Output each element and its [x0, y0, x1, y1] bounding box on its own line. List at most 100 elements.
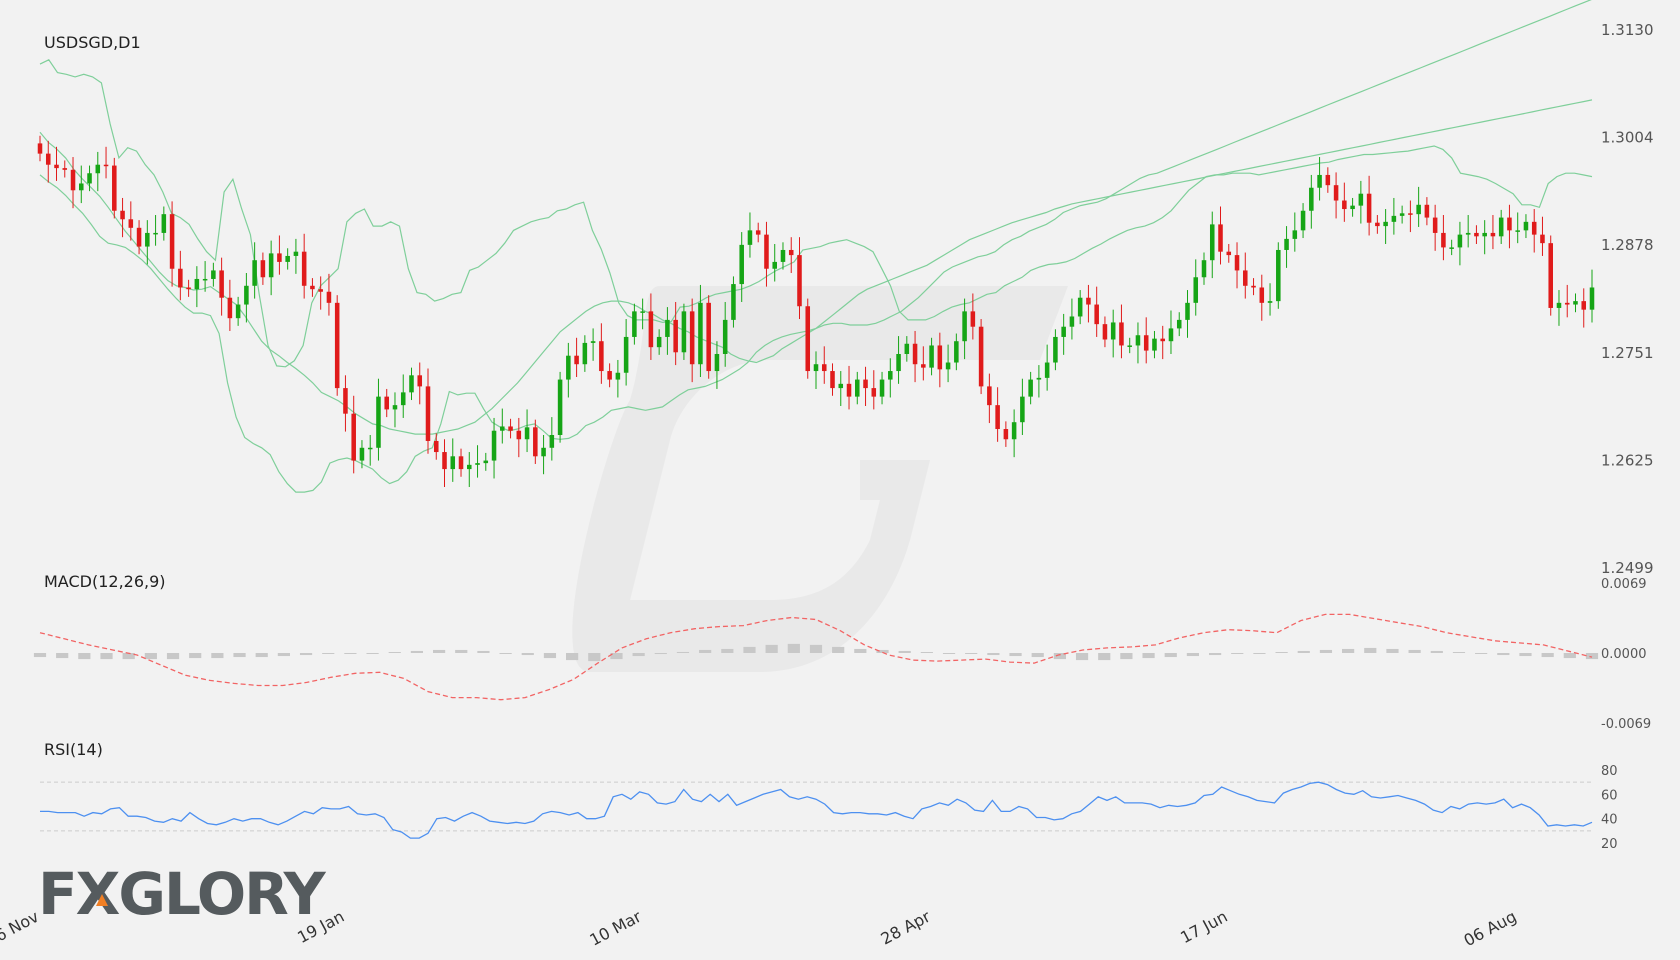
- candle-bear: [508, 426, 513, 431]
- candle-bull: [1391, 215, 1397, 222]
- candle-bull: [1061, 326, 1066, 337]
- candle-bear: [136, 227, 142, 247]
- candle-bull: [838, 383, 844, 389]
- candle-bear: [755, 230, 761, 235]
- candle-bull: [1317, 174, 1322, 188]
- candle-bear: [310, 285, 315, 290]
- candle-bear: [103, 164, 109, 167]
- candle-bear: [384, 396, 389, 410]
- candle-bear: [1342, 200, 1347, 210]
- candle-bull: [813, 364, 819, 372]
- candle-bull: [1589, 287, 1595, 310]
- candle-bull: [500, 426, 505, 431]
- price-tick-label: 1.3130: [1601, 21, 1654, 39]
- price-tick-label: 1.2878: [1601, 236, 1654, 254]
- macd-histogram-bar: [854, 648, 867, 653]
- candle-bear: [227, 297, 233, 319]
- candle-bull: [87, 173, 92, 184]
- macd-histogram-bar: [1563, 653, 1576, 659]
- candle-bear: [673, 319, 678, 353]
- candle-bull: [1556, 302, 1562, 308]
- candle-bear: [1366, 193, 1372, 223]
- candle-bull: [1193, 277, 1199, 303]
- macd-histogram-bar: [632, 653, 645, 657]
- macd-histogram-bar: [56, 653, 69, 659]
- price-panel-title: USDSGD,D1: [44, 33, 141, 52]
- macd-histogram-bar: [1275, 651, 1288, 653]
- candle-bear: [1226, 251, 1232, 256]
- macd-histogram-bar: [809, 644, 823, 653]
- date-tick-label: 17 Jun: [1177, 907, 1230, 947]
- candle-bear: [788, 249, 794, 256]
- candle-bear: [987, 386, 992, 406]
- candle-bull: [202, 278, 208, 281]
- candle-bear: [1424, 204, 1430, 218]
- candle-bear: [1441, 232, 1446, 248]
- macd-histogram-bar: [699, 649, 712, 653]
- rsi-panel: RSI(14) 80 60 40 20: [40, 740, 1618, 852]
- candle-bull: [904, 343, 910, 354]
- candle-bull: [945, 362, 951, 370]
- macd-histogram-bar: [1364, 647, 1377, 653]
- candle-bull: [1482, 232, 1487, 237]
- macd-histogram-bar: [1142, 653, 1155, 659]
- candle-bear: [54, 164, 59, 169]
- candle-bear: [912, 343, 918, 365]
- macd-histogram-bar: [1253, 653, 1266, 654]
- g-letter-watermark-icon: [572, 286, 1068, 672]
- macd-histogram-bar: [987, 653, 1000, 656]
- macd-histogram-bar: [1319, 649, 1333, 653]
- candle-bull: [879, 379, 885, 397]
- candle-bull: [1152, 338, 1157, 351]
- macd-histogram-bar: [499, 653, 512, 654]
- candle-bull: [739, 244, 744, 285]
- macd-histogram-bar: [33, 653, 47, 658]
- candle-bear: [607, 371, 612, 380]
- rsi-tick-label: 20: [1601, 837, 1618, 852]
- candle-bull: [1069, 316, 1075, 327]
- candle-bull: [566, 355, 571, 380]
- candle-bull: [1176, 319, 1182, 329]
- price-tick-label: 1.2625: [1601, 452, 1654, 470]
- candle-bear: [318, 289, 323, 292]
- candle-bull: [962, 311, 967, 342]
- candle-bull: [929, 345, 934, 368]
- candle-bull: [623, 336, 629, 373]
- candle-bull: [1284, 238, 1289, 250]
- macd-histogram-bar: [1497, 653, 1510, 656]
- candle-bull: [145, 232, 150, 247]
- macd-histogram-bar: [1031, 653, 1044, 658]
- candle-bull: [467, 464, 472, 470]
- candle-bull: [549, 434, 555, 448]
- candle-bull: [359, 447, 365, 461]
- candle-bear: [1086, 297, 1091, 305]
- macd-histogram-bar: [898, 650, 911, 653]
- price-tick-label: 1.3004: [1601, 128, 1654, 146]
- macd-histogram-bar: [1231, 653, 1244, 655]
- macd-histogram-bar: [1208, 653, 1222, 656]
- macd-histogram-bar: [920, 651, 933, 653]
- candle-bull: [1011, 422, 1017, 440]
- macd-histogram-bar: [832, 646, 845, 653]
- band-lower-line: [39, 0, 1592, 493]
- candle-bear: [1540, 234, 1545, 244]
- candle-bull: [1515, 230, 1520, 232]
- candle-bull: [632, 311, 637, 337]
- candle-bull: [681, 311, 687, 353]
- candle-bull: [491, 430, 497, 461]
- rsi-polyline: [40, 781, 1593, 839]
- candle-bull: [1028, 379, 1033, 397]
- candle-bull: [1457, 234, 1463, 248]
- candle-bear: [128, 219, 134, 228]
- candle-bear: [1531, 221, 1537, 235]
- macd-histogram-bar: [144, 653, 157, 660]
- candle-bull: [1383, 221, 1388, 227]
- price-tick-label: 1.2499: [1601, 559, 1654, 577]
- candle-bear: [805, 306, 811, 372]
- macd-histogram-bar: [388, 651, 401, 653]
- macd-histogram-bar: [543, 653, 557, 659]
- candle-bear: [301, 251, 307, 286]
- candle-bear: [1325, 174, 1331, 186]
- candle-bull: [268, 253, 274, 278]
- candle-bull: [1168, 328, 1174, 342]
